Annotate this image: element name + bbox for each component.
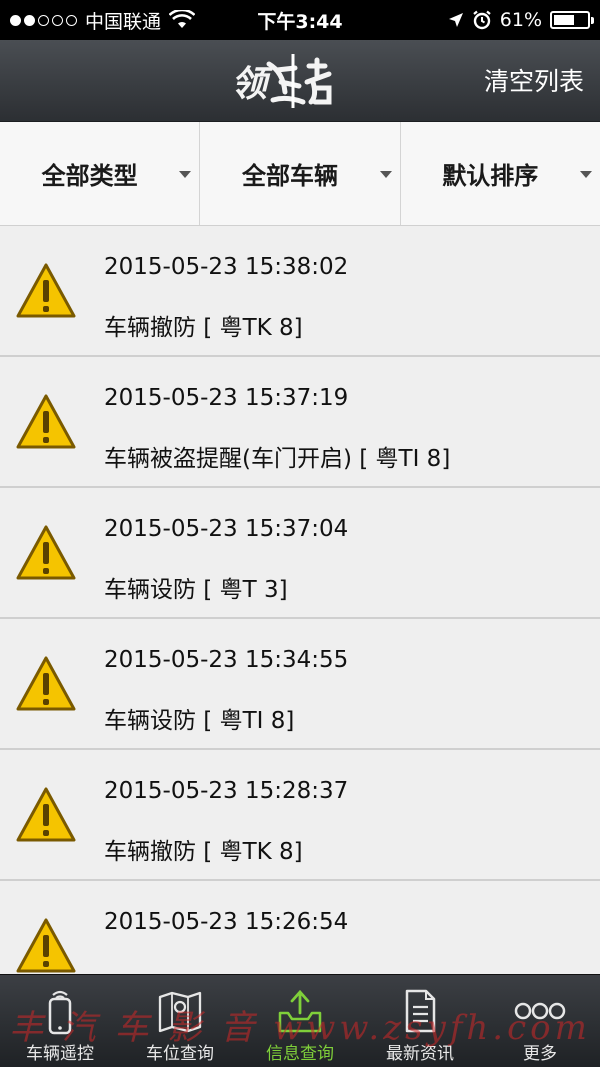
list-item[interactable]: 2015-05-23 15:34:55 车辆设防 [ 粤TI 8] [0, 619, 600, 750]
status-bar: 中国联通 下午3:44 61% [0, 0, 600, 40]
alert-message: 车辆撤防 [ 粤TK 8] [104, 839, 303, 865]
alert-time: 2015-05-23 15:37:19 [104, 385, 349, 411]
map-icon [158, 991, 202, 1033]
wifi-icon [169, 10, 196, 28]
warning-icon [16, 787, 76, 842]
location-arrow-icon [448, 13, 463, 27]
list-item[interactable]: 2015-05-23 15:37:19 车辆被盗提醒(车门开启) [ 粤TI 8… [0, 357, 600, 488]
caret-down-icon [579, 171, 592, 178]
tab-bar: 车辆遥控 车位查询 信息查询 最新资讯 更多 [0, 974, 600, 1067]
battery-percent: 61% [499, 9, 542, 31]
list-item[interactable]: 2015-05-23 15:37:04 车辆设防 [ 粤T 3] [0, 488, 600, 619]
caret-down-icon [379, 171, 392, 178]
tab-parking-query[interactable]: 车位查询 [120, 975, 240, 1067]
carrier-name: 中国联通 [85, 10, 162, 33]
tab-label: 最新资讯 [386, 1044, 454, 1064]
warning-icon [16, 918, 76, 973]
alert-message: 车辆设防 [ 粤T 3] [104, 577, 288, 603]
nav-bar: 领 清空列表 [0, 40, 600, 122]
warning-icon [16, 525, 76, 580]
alarm-clock-icon [473, 10, 491, 30]
filter-sort-dropdown[interactable]: 默认排序 [399, 122, 600, 225]
inbox-upload-icon [278, 989, 322, 1033]
alert-message: 车辆设防 [ 粤TI 8] [104, 708, 295, 734]
tab-label: 更多 [523, 1044, 557, 1064]
alert-list[interactable]: 2015-05-23 15:38:02 车辆撤防 [ 粤TK 8] 2015-0… [0, 226, 600, 974]
filter-bar: 全部类型 全部车辆 默认排序 [0, 122, 600, 226]
filter-vehicle-dropdown[interactable]: 全部车辆 [199, 122, 399, 225]
tab-vehicle-remote[interactable]: 车辆遥控 [0, 975, 120, 1067]
svg-text:领: 领 [231, 63, 273, 105]
filter-label: 全部类型 [41, 162, 138, 190]
filter-type-dropdown[interactable]: 全部类型 [0, 122, 199, 225]
tab-info-query[interactable]: 信息查询 [240, 975, 360, 1067]
list-item[interactable]: 2015-05-23 15:38:02 车辆撤防 [ 粤TK 8] [0, 226, 600, 357]
alert-time: 2015-05-23 15:34:55 [104, 647, 349, 673]
tab-latest-news[interactable]: 最新资讯 [360, 975, 480, 1067]
list-item[interactable]: 2015-05-23 15:26:54 [0, 881, 600, 974]
signal-strength-icon [10, 14, 77, 26]
alert-message: 车辆撤防 [ 粤TK 8] [104, 315, 303, 341]
warning-icon [16, 263, 76, 318]
filter-label: 全部车辆 [241, 162, 338, 190]
warning-icon [16, 656, 76, 711]
tab-label: 车辆遥控 [26, 1044, 94, 1064]
warning-icon [16, 394, 76, 449]
filter-label: 默认排序 [442, 162, 539, 190]
alert-time: 2015-05-23 15:37:04 [104, 516, 349, 542]
tab-label: 信息查询 [266, 1044, 334, 1064]
battery-icon [550, 11, 594, 29]
alert-time: 2015-05-23 15:38:02 [104, 254, 349, 280]
tab-more[interactable]: 更多 [480, 975, 600, 1067]
caret-down-icon [179, 171, 192, 178]
tab-label: 车位查询 [146, 1044, 214, 1064]
alert-time: 2015-05-23 15:26:54 [104, 909, 349, 935]
alert-time: 2015-05-23 15:28:37 [104, 778, 349, 804]
phone-remote-icon [48, 990, 72, 1035]
alert-message: 车辆被盗提醒(车门开启) [ 粤TI 8] [104, 446, 451, 472]
app-logo: 领 [231, 54, 332, 108]
clear-list-button[interactable]: 清空列表 [484, 62, 584, 98]
list-item[interactable]: 2015-05-23 15:28:37 车辆撤防 [ 粤TK 8] [0, 750, 600, 881]
more-icon [514, 1002, 566, 1020]
document-icon [405, 989, 436, 1033]
